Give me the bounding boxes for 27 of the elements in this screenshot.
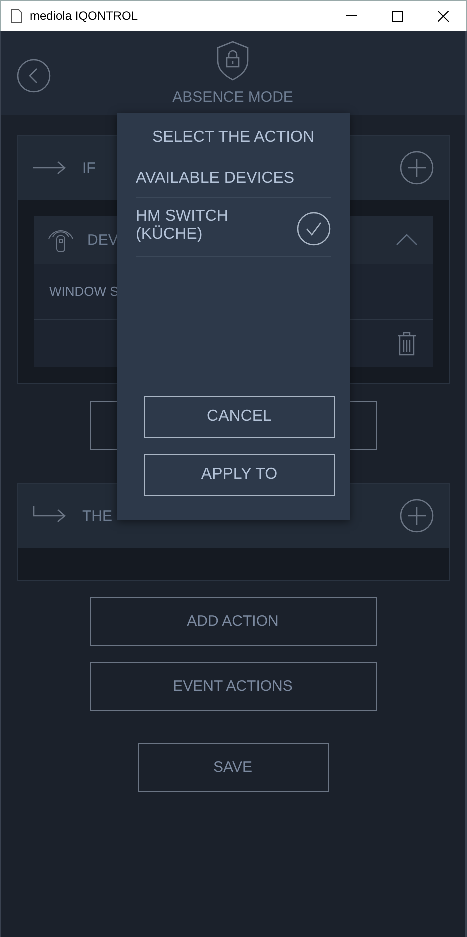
section-label: IF — [82, 160, 97, 176]
save-button[interactable]: SAVE — [138, 743, 328, 792]
cancel-button[interactable]: CANCEL — [144, 396, 335, 438]
maximize-icon[interactable] — [392, 10, 402, 22]
device-list-item[interactable]: HM SWITCH (KÜCHE) — [136, 198, 331, 257]
device-name: DEV — [88, 232, 118, 248]
add-icon[interactable] — [400, 151, 434, 185]
page-title: ABSENCE MODE — [172, 89, 294, 106]
list-heading: AVAILABLE DEVICES — [136, 170, 331, 198]
trash-icon[interactable] — [396, 332, 416, 356]
check-circle-icon[interactable] — [297, 212, 331, 246]
event-actions-button[interactable]: EVENT ACTIONS — [90, 662, 376, 711]
dialog-title: SELECT THE ACTION — [151, 129, 316, 147]
device-name: HM SWITCH (KÜCHE) — [136, 208, 230, 244]
close-icon[interactable] — [438, 10, 448, 22]
window-title: mediola IQONTROL — [30, 9, 140, 23]
shield-lock-icon — [217, 41, 249, 81]
add-action-button[interactable]: ADD ACTION — [90, 597, 376, 646]
apply-button[interactable]: APPLY TO — [144, 454, 335, 496]
caret-icon[interactable] — [394, 233, 418, 247]
section-label: THE — [82, 508, 114, 524]
add-icon[interactable] — [400, 499, 434, 533]
document-icon — [11, 9, 22, 23]
remote-icon — [48, 228, 74, 252]
arrow-icon — [32, 161, 66, 175]
minimize-icon[interactable] — [346, 15, 356, 17]
back-icon[interactable] — [17, 59, 51, 93]
